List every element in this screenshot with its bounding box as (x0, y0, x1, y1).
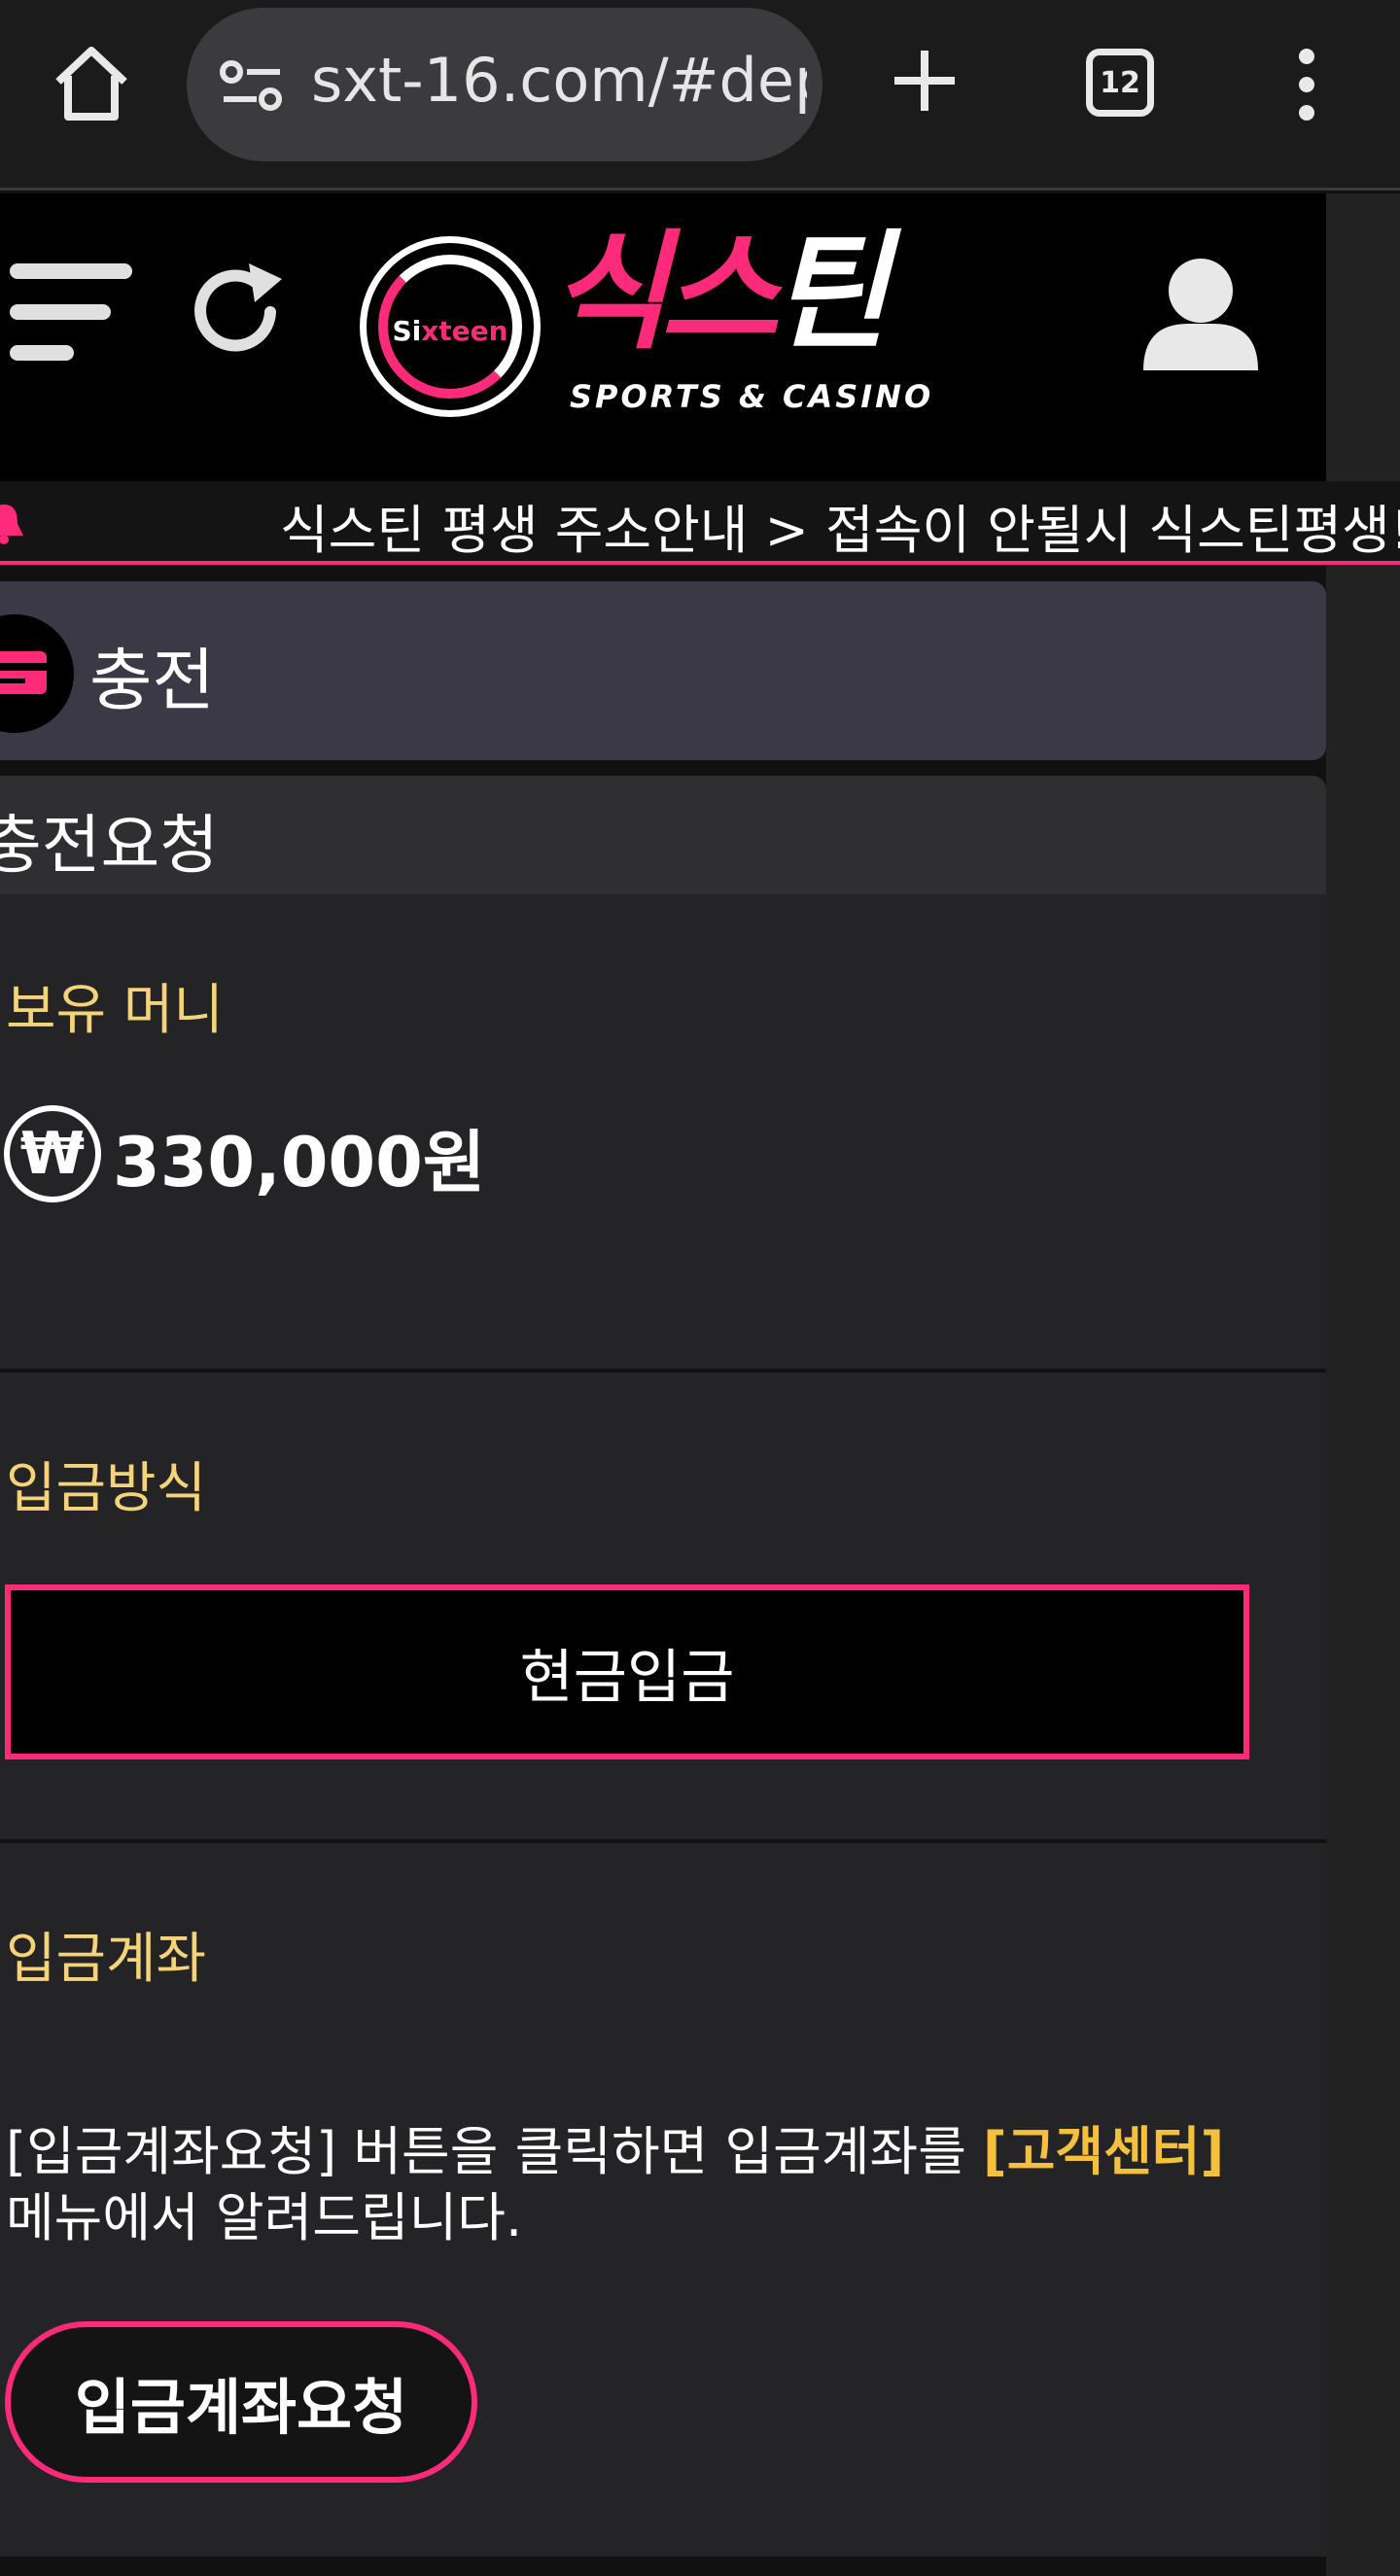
page-title: 충전 (89, 641, 215, 720)
divider (0, 1369, 1326, 1373)
divider (0, 1839, 1326, 1843)
menu-icon[interactable] (10, 263, 132, 370)
site-settings-icon[interactable] (220, 58, 284, 113)
section-title-bar: 충전 (0, 581, 1326, 760)
credit-card-icon (0, 614, 74, 733)
tab-switcher-button[interactable]: 12 (1086, 49, 1154, 117)
logo-subtitle: SPORTS & CASINO (570, 378, 934, 415)
panel-header: 충전요청 (0, 776, 1326, 894)
browser-toolbar: sxt-16.com/#dep 12 (0, 0, 1400, 191)
notice-marquee: 식스틴 평생 주소안내 > 접속이 안될시 식스틴평생! (0, 481, 1400, 565)
balance-value: 330,000원 (113, 1123, 486, 1202)
home-icon[interactable] (51, 43, 132, 124)
site-logo[interactable]: Sixteen 식스틴 SPORTS & CASINO (360, 228, 992, 427)
new-tab-icon[interactable] (891, 47, 959, 115)
url-text[interactable]: sxt-16.com/#dep (311, 45, 807, 116)
marquee-text[interactable]: 식스틴 평생 주소안내 > 접속이 안될시 식스틴평생! (280, 487, 1400, 561)
request-account-button[interactable]: 입금계좌요청 (5, 2321, 477, 2483)
bell-icon (0, 505, 23, 544)
account-label: 입금계좌 (6, 1928, 207, 1991)
deposit-panel: 충전요청 보유 머니 ₩ 330,000원 입금방식 현금입금 입금계좌 [입금… (0, 776, 1326, 2557)
more-menu-icon[interactable] (1279, 49, 1334, 121)
balance-label: 보유 머니 (6, 979, 224, 1042)
account-notice: [입금계좌요청] 버튼을 클릭하면 입금계좌를 [고객센터] 메뉴에서 알려드립… (6, 2121, 1225, 2248)
user-icon[interactable] (1139, 252, 1262, 374)
site-header: Sixteen 식스틴 SPORTS & CASINO (0, 193, 1326, 481)
address-bar[interactable]: sxt-16.com/#dep (187, 8, 822, 161)
customer-center-link[interactable]: [고객센터] (983, 2121, 1224, 2182)
logo-emblem: Sixteen (360, 236, 541, 417)
method-label: 입금방식 (6, 1457, 207, 1520)
logo-wordmark: 식스틴 (550, 218, 889, 367)
won-icon: ₩ (4, 1105, 101, 1202)
panel-header-title: 충전요청 (0, 808, 219, 883)
cash-deposit-button[interactable]: 현금입금 (5, 1584, 1249, 1759)
refresh-icon[interactable] (185, 260, 292, 366)
